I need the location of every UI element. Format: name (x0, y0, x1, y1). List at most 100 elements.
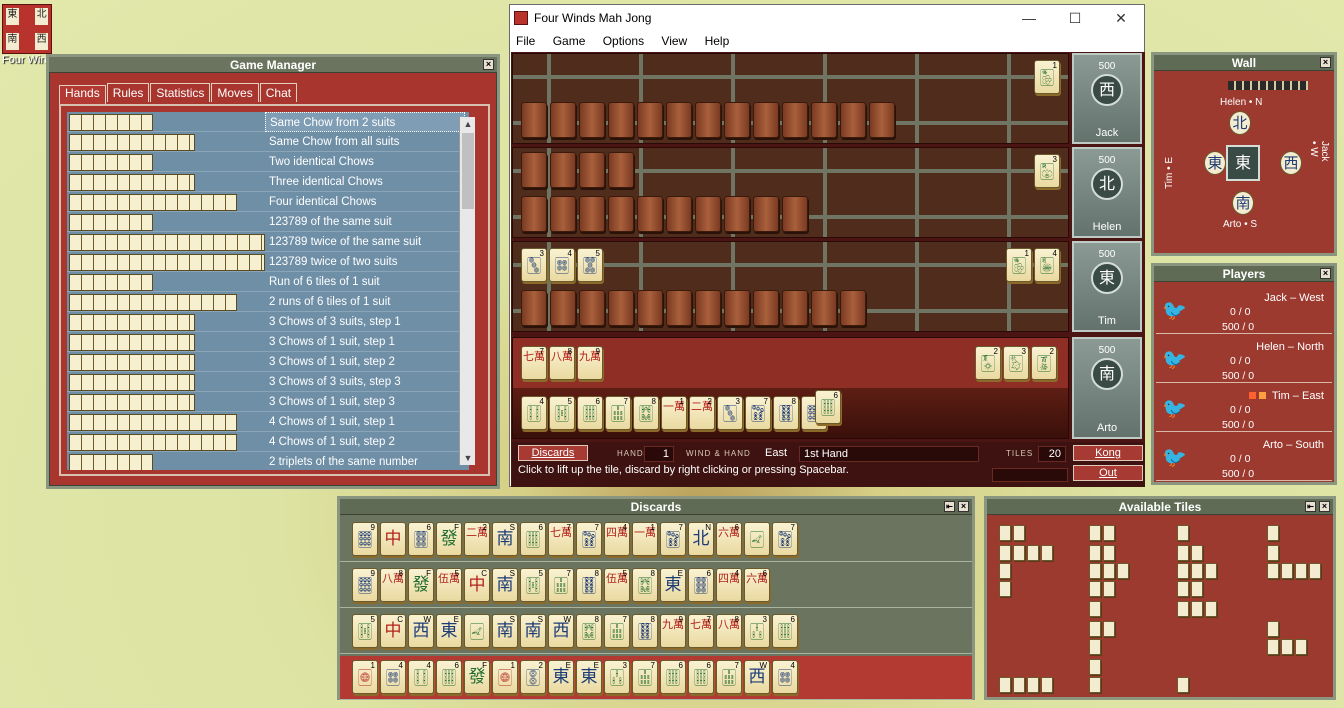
tab-rules[interactable]: Rules (106, 83, 150, 102)
mahjong-tile[interactable]: 🀕 6 (436, 660, 462, 694)
mahjong-tile[interactable]: 發F (464, 660, 490, 694)
mahjong-tile[interactable]: 🀐 (744, 522, 770, 556)
hand-list-item[interactable]: 123789 of the same suit (67, 212, 469, 232)
mahjong-tile[interactable]: 八萬 8 (716, 614, 742, 648)
mahjong-tile[interactable]: 🀡9 (352, 522, 378, 556)
mahjong-tile[interactable]: 六萬 6 (744, 568, 770, 602)
mahjong-tile[interactable]: 發F (436, 522, 462, 556)
window-titlebar[interactable]: Four Winds Mah Jong — ☐ ✕ (510, 5, 1144, 31)
hand-list-item[interactable]: 3 Chows of 1 suit, step 3 (67, 392, 469, 412)
arto-hand-tiles[interactable]: 🀓4🀔5🀕6🀖7🀗8一萬1二萬2🀛3🀟7🀠8🀡9🀕6 (521, 390, 843, 430)
close-icon[interactable]: × (1320, 268, 1331, 279)
close-icon[interactable]: × (1320, 57, 1331, 68)
mahjong-tile[interactable]: 🀜 4 (772, 660, 798, 694)
hand-list-item[interactable]: Three identical Chows (67, 172, 469, 192)
hand-list-item[interactable]: 4 Chows of 1 suit, step 2 (67, 432, 469, 452)
mahjong-tile[interactable]: 東E (660, 568, 686, 602)
minimize-panel-icon[interactable]: ⇤ (1305, 501, 1316, 512)
minimize-icon[interactable]: — (1006, 5, 1052, 31)
mahjong-tile[interactable]: 七萬 7 (521, 346, 547, 380)
mahjong-tile[interactable]: 一萬 1 (632, 522, 658, 556)
mahjong-tile[interactable]: 🀟 7 (576, 522, 602, 556)
mahjong-tile[interactable]: 南S (520, 614, 546, 648)
close-icon[interactable]: × (1319, 501, 1330, 512)
mahjong-tile[interactable]: 🀢 1 (1006, 248, 1032, 282)
tab-hands[interactable]: Hands (59, 85, 106, 106)
mahjong-tile[interactable]: 🀔 5 (549, 396, 575, 430)
close-icon[interactable]: × (483, 59, 494, 70)
menu-file[interactable]: File (516, 34, 535, 48)
mahjong-tile[interactable]: 🀔 5 (352, 614, 378, 648)
mahjong-tile[interactable]: 🀟 7 (772, 522, 798, 556)
mahjong-tile[interactable]: 🀕 6 (688, 660, 714, 694)
desktop-app-icon[interactable]: 東北 南西 Four Winds Mah Jong (2, 4, 52, 88)
hand-list-item[interactable]: 123789 twice of two suits (67, 252, 469, 272)
mahjong-tile[interactable]: 八萬 8 (380, 568, 406, 602)
mahjong-tile[interactable]: 🀪 2 (1031, 346, 1057, 380)
mahjong-tile[interactable]: 南S (492, 568, 518, 602)
hand-list-item[interactable]: 2 runs of 6 tiles of 1 suit (67, 292, 469, 312)
mahjong-tile[interactable]: 🀕 6 (520, 522, 546, 556)
maximize-icon[interactable]: ☐ (1052, 5, 1098, 31)
mahjong-tile[interactable]: 九萬 9 (660, 614, 686, 648)
mahjong-tile[interactable]: 伍萬 5 (436, 568, 462, 602)
mahjong-tile[interactable]: 🀠 8 (576, 568, 602, 602)
mahjong-tile[interactable]: 🀨 3 (1003, 346, 1029, 380)
menu-help[interactable]: Help (705, 34, 730, 48)
scroll-down-icon[interactable]: ▼ (460, 451, 476, 465)
mahjong-tile[interactable]: 🀜 4 (380, 660, 406, 694)
mahjong-tile[interactable]: 🀖 7 (548, 568, 574, 602)
menu-options[interactable]: Options (603, 34, 644, 48)
hand-list-item[interactable]: 2 triplets of the same number (67, 452, 469, 470)
mahjong-tile[interactable]: 二萬 2 (464, 522, 490, 556)
mahjong-tile[interactable]: 南S (492, 614, 518, 648)
close-window-icon[interactable]: ✕ (1098, 5, 1144, 31)
mahjong-tile[interactable]: 四萬 4 (716, 568, 742, 602)
kong-button[interactable]: Kong (1073, 445, 1143, 461)
mahjong-tile[interactable]: 🀙 1 (352, 660, 378, 694)
minimize-panel-icon[interactable]: ⇤ (944, 501, 955, 512)
tab-moves[interactable]: Moves (211, 83, 259, 102)
mahjong-tile[interactable]: 八萬 8 (549, 346, 575, 380)
mahjong-tile[interactable]: 🀢 1 (1034, 60, 1060, 94)
hand-list-item[interactable]: 3 Chows of 3 suits, step 1 (67, 312, 469, 332)
mahjong-tile[interactable]: 🀝 5 (577, 248, 603, 282)
mahjong-tile[interactable]: 🀛 3 (521, 248, 547, 282)
mahjong-tile[interactable]: 西W (408, 614, 434, 648)
mahjong-tile[interactable]: 🀡9 (352, 568, 378, 602)
mahjong-tile[interactable]: 東E (548, 660, 574, 694)
hands-scrollbar[interactable]: ▲ ▼ (459, 117, 475, 465)
hand-list-item[interactable]: Same Chow from 2 suits (67, 112, 469, 132)
mahjong-tile[interactable]: 🀕 6 (815, 390, 841, 424)
mahjong-tile[interactable]: 九萬 9 (577, 346, 603, 380)
mahjong-tile[interactable]: 🀧 2 (975, 346, 1001, 380)
mahjong-tile[interactable]: 六萬 6 (716, 522, 742, 556)
mahjong-tile[interactable]: 🀜 4 (549, 248, 575, 282)
mahjong-tile[interactable]: 🀙 1 (492, 660, 518, 694)
mahjong-tile[interactable]: 七萬 7 (688, 614, 714, 648)
mahjong-tile[interactable]: 🀠 8 (773, 396, 799, 430)
mahjong-tile[interactable]: 🀒 3 (604, 660, 630, 694)
mahjong-tile[interactable]: 🀕 6 (577, 396, 603, 430)
mahjong-tile[interactable]: 🀥 4 (1034, 248, 1060, 282)
mahjong-tile[interactable]: 🀖 7 (716, 660, 742, 694)
tab-chat[interactable]: Chat (259, 83, 298, 102)
mahjong-tile[interactable]: 🀐 (464, 614, 490, 648)
mahjong-tile[interactable]: 🀓 4 (408, 660, 434, 694)
hand-list-item[interactable]: 123789 twice of the same suit (67, 232, 469, 252)
mahjong-tile[interactable]: 🀗 8 (633, 396, 659, 430)
mahjong-tile[interactable]: 二萬 2 (689, 396, 715, 430)
mahjong-tile[interactable]: 伍萬 5 (604, 568, 630, 602)
mahjong-tile[interactable]: 🀖 7 (605, 396, 631, 430)
mahjong-tile[interactable]: 發F (408, 568, 434, 602)
mahjong-tile[interactable]: 中C (380, 614, 406, 648)
hands-list[interactable]: Same Chow from 2 suits Same Chow from all… (67, 112, 469, 470)
mahjong-tile[interactable]: 南S (492, 522, 518, 556)
mahjong-tile[interactable]: 🀖 7 (604, 614, 630, 648)
mahjong-tile[interactable]: 🀞 6 (688, 568, 714, 602)
hand-list-item[interactable]: 3 Chows of 1 suit, step 1 (67, 332, 469, 352)
mahjong-tile[interactable]: 中 (380, 522, 406, 556)
mahjong-tile[interactable]: 東E (436, 614, 462, 648)
scroll-up-icon[interactable]: ▲ (460, 117, 476, 131)
mahjong-tile[interactable]: 四萬 4 (604, 522, 630, 556)
